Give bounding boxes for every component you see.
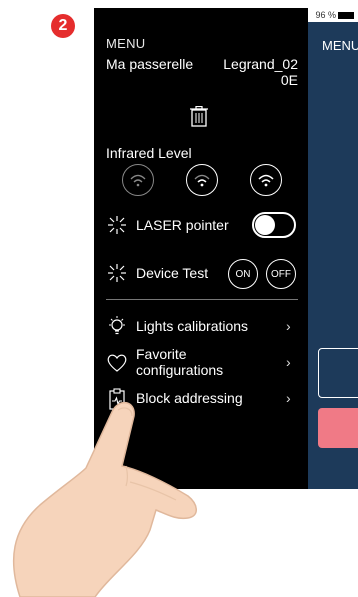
menu-item-lights-calibrations[interactable]: Lights calibrations › [94, 316, 308, 340]
infrared-medium-button[interactable] [186, 164, 218, 196]
device-test-label: Device Test [136, 265, 209, 281]
status-bar: 96 % [308, 8, 358, 22]
lightbulb-icon [109, 316, 125, 335]
pointing-hand-illustration [12, 402, 197, 597]
toggle-knob [255, 215, 275, 235]
laser-toggle[interactable] [252, 212, 296, 238]
gateway-label: Ma passerelle [106, 56, 194, 72]
infrared-high-button[interactable] [250, 164, 282, 196]
step-badge: 2 [51, 14, 75, 38]
background-input-box [318, 348, 358, 398]
device-test-on-button[interactable]: ON [228, 259, 258, 289]
chevron-right-icon: › [286, 318, 291, 334]
wifi-medium-icon [194, 174, 210, 187]
wifi-high-icon [258, 174, 274, 187]
laser-pointer-label: LASER pointer [136, 217, 229, 233]
device-test-off-button[interactable]: OFF [266, 259, 296, 289]
wifi-low-icon [130, 174, 146, 187]
infrared-low-button[interactable] [122, 164, 154, 196]
menu-title: MENU [106, 36, 146, 51]
gateway-value: Legrand_020E [223, 56, 298, 88]
menu-item-label: Lights calibrations [136, 318, 249, 334]
divider [106, 299, 298, 300]
laser-burst-icon [108, 216, 126, 234]
chevron-right-icon: › [286, 354, 291, 370]
infrared-level-label: Infrared Level [106, 145, 192, 161]
chevron-right-icon: › [286, 390, 291, 406]
background-menu-label: MENU [322, 38, 358, 53]
background-screen: 96 % MENU [308, 8, 358, 489]
trash-icon[interactable] [190, 106, 208, 128]
device-test-burst-icon [108, 264, 126, 282]
background-red-button [318, 408, 358, 448]
battery-icon [338, 11, 354, 19]
battery-text: 96 % [315, 10, 336, 20]
